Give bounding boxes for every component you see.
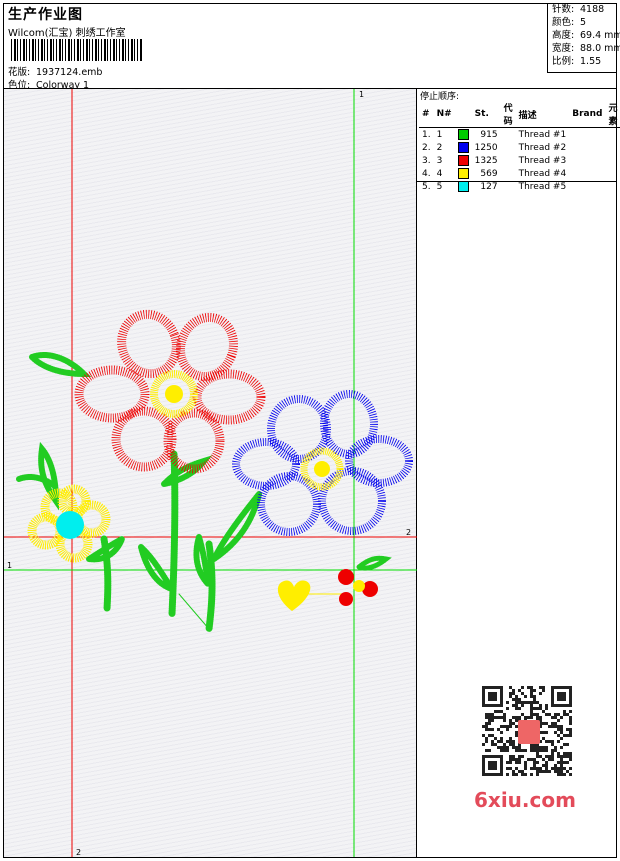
company-name: Wilcom(汇宝) 刺绣工作室	[8, 28, 126, 39]
width-stat: 宽度: 88.0 mm	[552, 43, 620, 54]
table-row: 1. 1 915 Thread #1	[419, 128, 620, 142]
row-element	[605, 141, 620, 154]
row-stitches: 569	[480, 168, 498, 179]
row-stitches: 127	[480, 181, 498, 192]
table-row: 5. 5 127 Thread #5	[419, 180, 620, 193]
row-desc: Thread #2	[518, 142, 567, 153]
col-swatch	[454, 101, 472, 128]
red-flower-center	[150, 370, 198, 418]
table-row: 4. 4 569 Thread #4	[419, 167, 620, 180]
row-stitches: 915	[480, 129, 498, 140]
col-desc: 描述	[515, 101, 570, 128]
header: 生产作业图 Wilcom(汇宝) 刺绣工作室 花版: 1937124.emb 色位…	[3, 3, 620, 91]
page-title: 生产作业图	[8, 7, 83, 23]
row-code	[501, 154, 516, 167]
qr-code-watermark	[470, 680, 582, 784]
barcode	[11, 39, 143, 61]
table-header: # N# St. 代码 描述 Brand 元素	[419, 101, 620, 128]
row-element	[605, 128, 620, 142]
color-swatch	[455, 141, 472, 154]
yellow-flower	[27, 484, 111, 563]
row-desc: Thread #1	[518, 129, 567, 140]
qr-code-icon	[482, 686, 572, 776]
row-code	[501, 141, 516, 154]
table-row: 2. 2 1250 Thread #2	[419, 141, 620, 154]
row-stitches: 1325	[474, 155, 498, 166]
colors-stat: 颜色: 5	[552, 17, 587, 28]
color-swatch	[455, 167, 472, 180]
col-element: 元素	[605, 101, 620, 128]
color-swatch	[455, 180, 472, 193]
row-stitches: 1250	[474, 142, 498, 153]
guide-label-h-red: 2	[406, 528, 411, 537]
row-num: 2.	[422, 142, 431, 153]
row-n: 5	[436, 181, 443, 192]
table-row: 3. 3 1325 Thread #3	[419, 154, 620, 167]
col-code: 代码	[500, 101, 516, 128]
row-brand	[569, 128, 605, 142]
col-num: #	[419, 101, 434, 128]
row-element	[605, 167, 620, 180]
col-st: St.	[471, 101, 501, 128]
scale-stat: 比例: 1.55	[552, 56, 602, 67]
row-element	[605, 154, 620, 167]
color-swatch	[455, 154, 472, 167]
col-brand: Brand	[569, 101, 606, 128]
embroidery-preview: 1 2 1 2	[4, 89, 417, 857]
guide-label-v-red: 2	[76, 848, 81, 857]
row-brand	[569, 180, 605, 193]
row-code	[501, 180, 516, 193]
cyan-center	[56, 511, 84, 539]
row-desc: Thread #4	[518, 168, 567, 179]
blue-flower-center	[300, 447, 344, 491]
height-stat: 高度: 69.4 mm	[552, 30, 620, 41]
row-num: 5.	[422, 181, 431, 192]
row-brand	[569, 154, 605, 167]
row-brand	[569, 141, 605, 154]
row-n: 4	[436, 168, 443, 179]
row-num: 4.	[422, 168, 431, 179]
row-code	[501, 167, 516, 180]
small-red-flower	[338, 569, 378, 606]
design-canvas[interactable]: 1 2 1 2	[4, 89, 417, 857]
row-n: 2	[436, 142, 443, 153]
site-watermark: 6xiu.com	[474, 788, 576, 812]
row-brand	[569, 167, 605, 180]
row-code	[501, 128, 516, 142]
stop-sequence-panel: 停止顺序: # N# St. 代码 描述 Brand 元素 1. 1 915 Thre…	[417, 89, 620, 192]
stitches-stat: 针数: 4188	[552, 4, 605, 15]
row-desc: Thread #5	[518, 181, 567, 192]
design-label: 花版:	[8, 67, 31, 78]
stats-panel: 针数: 4188 颜色: 5 高度: 69.4 mm 宽度: 88.0 mm 比例: 1.…	[547, 3, 620, 73]
row-n: 1	[436, 129, 443, 140]
row-num: 3.	[422, 155, 431, 166]
guide-label-h-green: 1	[7, 561, 12, 570]
row-num: 1.	[422, 129, 431, 140]
col-n: N#	[433, 101, 455, 128]
guide-label-v-green: 1	[359, 90, 364, 99]
stop-sequence-table: # N# St. 代码 描述 Brand 元素 1. 1 915 Thread #1 2…	[419, 101, 620, 193]
yellow-heart	[277, 580, 348, 611]
row-desc: Thread #3	[518, 155, 567, 166]
row-n: 3	[436, 155, 443, 166]
design-file: 花版: 1937124.emb	[8, 64, 102, 78]
row-element	[605, 180, 620, 193]
color-swatch	[455, 128, 472, 142]
